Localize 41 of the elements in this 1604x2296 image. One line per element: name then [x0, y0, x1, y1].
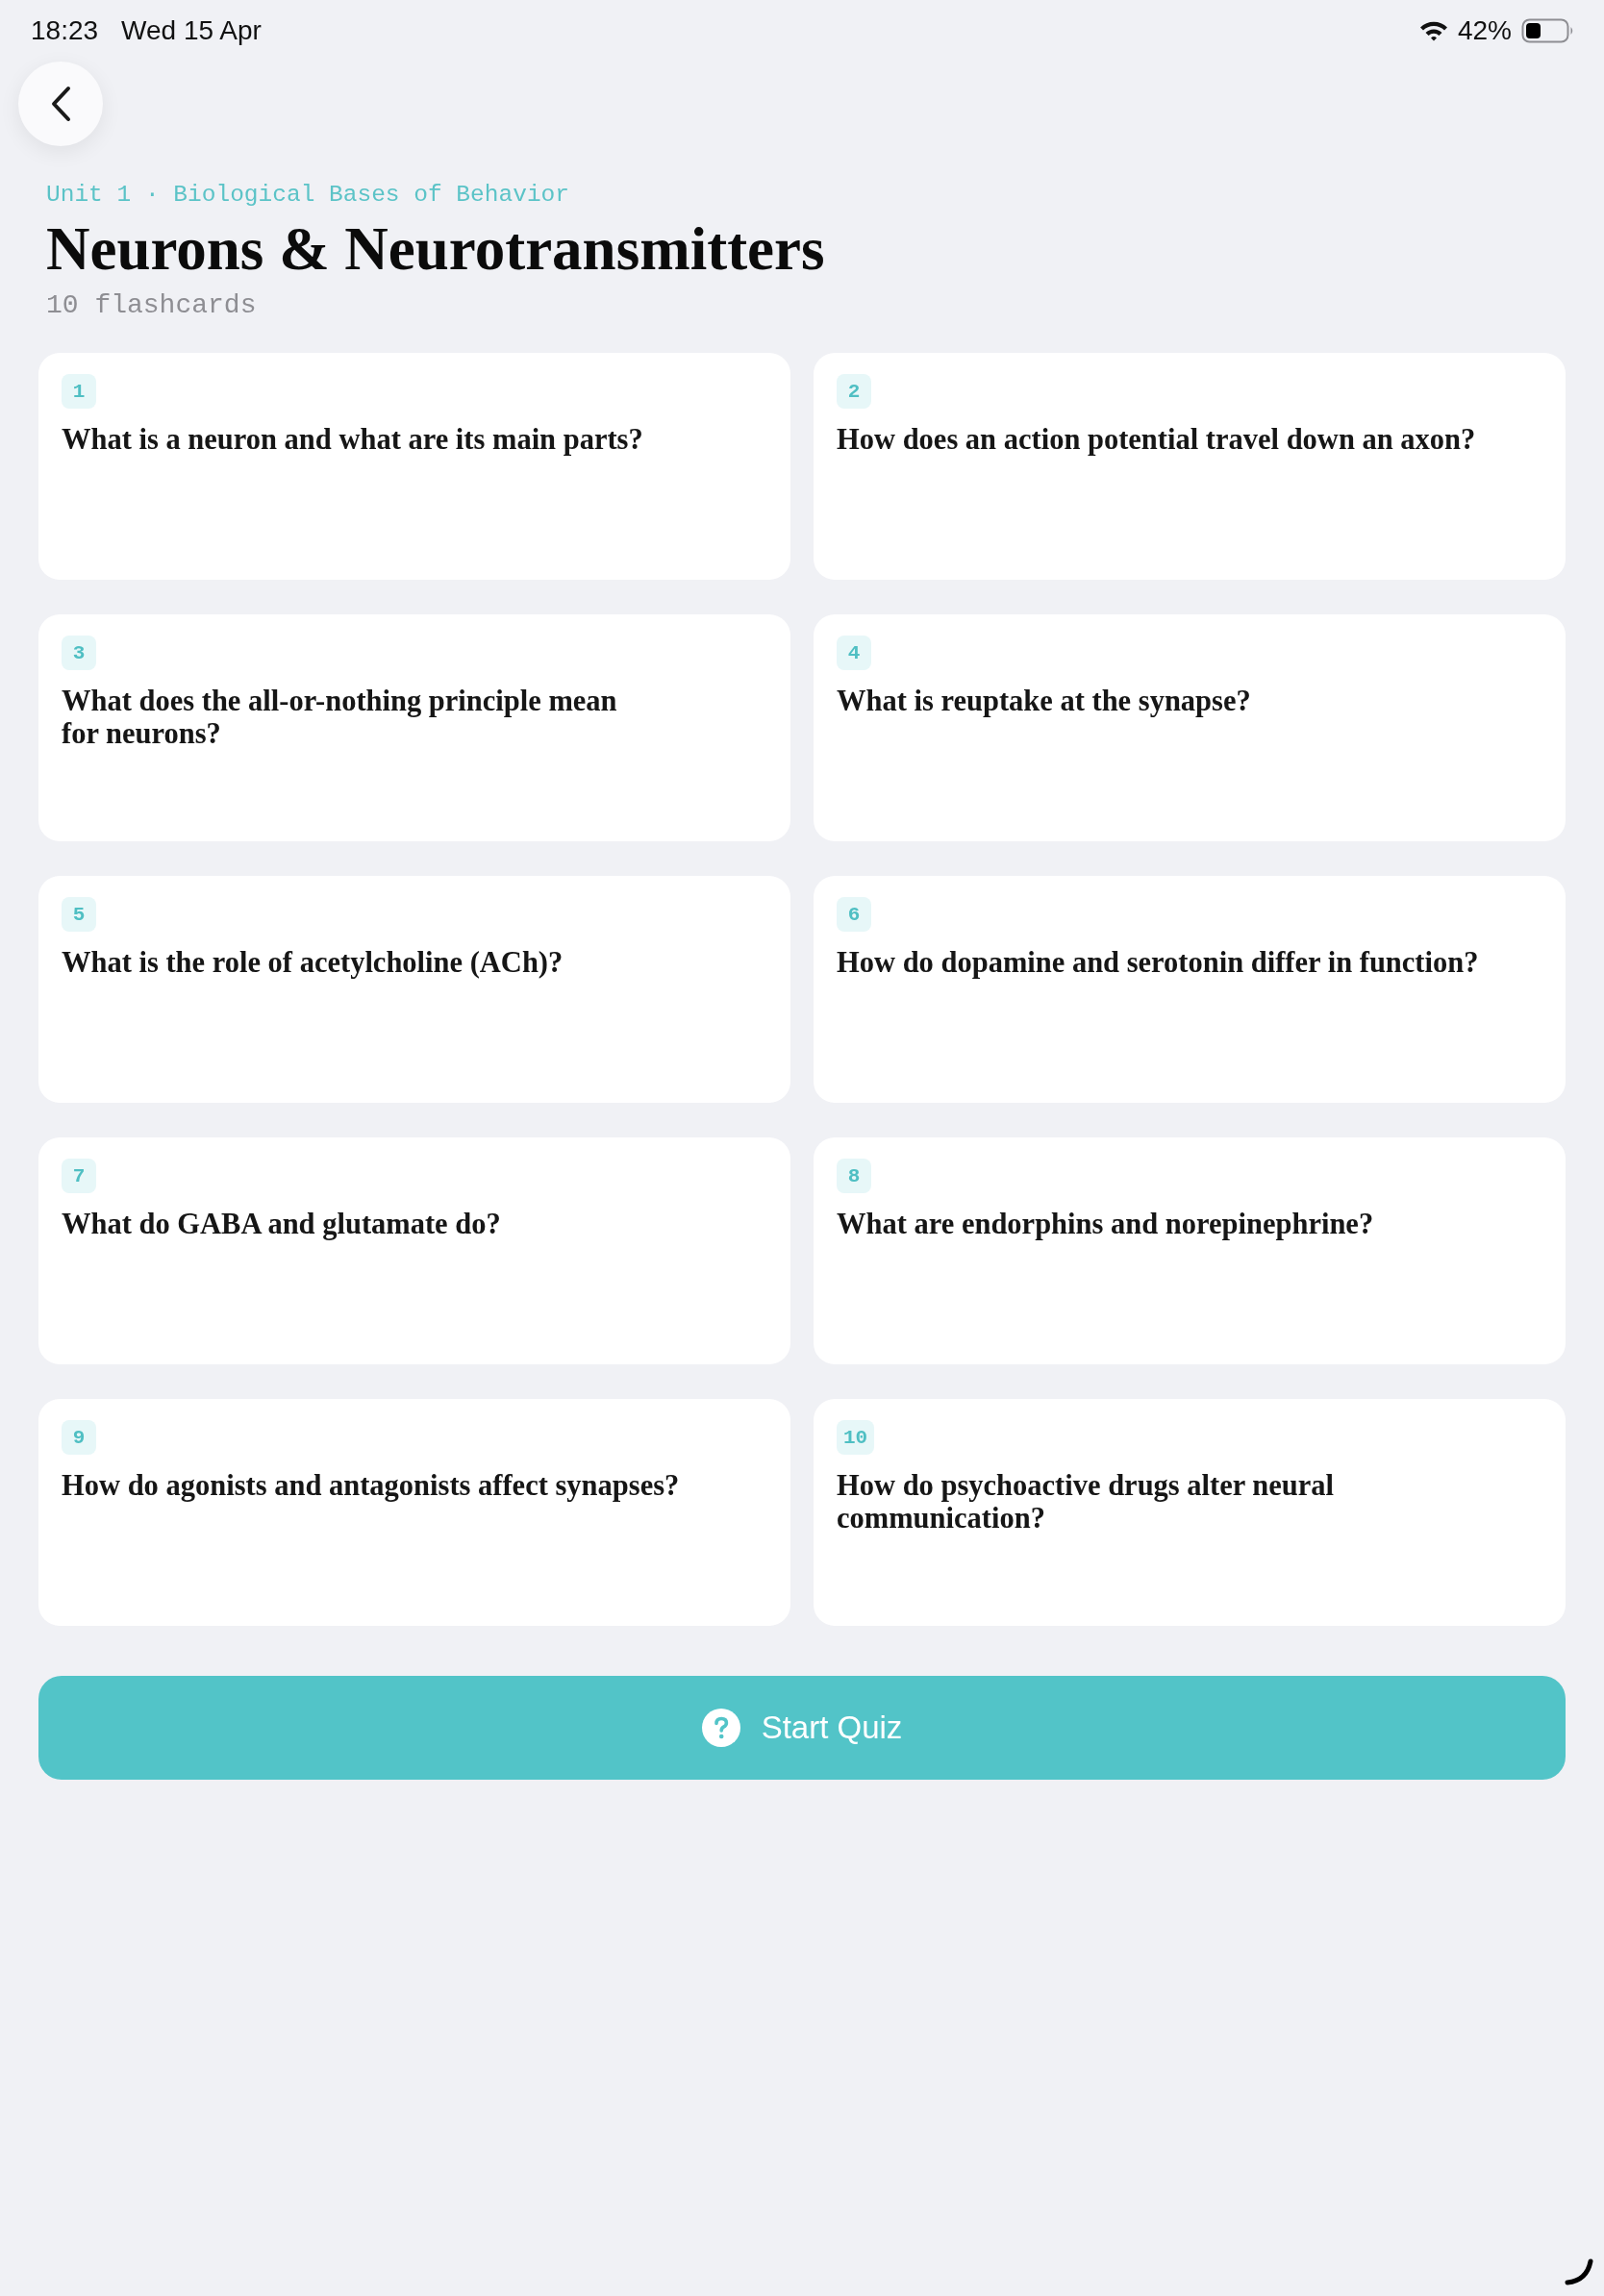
question-text: How do agonists and antagonists affect synapses? — [62, 1469, 680, 1502]
battery-percent: 42% — [1457, 15, 1512, 46]
question-text: How do dopamine and serotonin differ in function? — [837, 946, 1479, 979]
breadcrumb: Unit 1 · Biological Bases of Behavior — [46, 181, 570, 210]
battery-icon — [1521, 18, 1575, 43]
card-number: 7 — [62, 1159, 96, 1193]
card-number: 6 — [837, 897, 871, 932]
flashcard[interactable]: 10 How do psychoactive drugs alter neural communication? — [814, 1399, 1566, 1626]
flashcard[interactable]: 5 What is the role of acetylcholine (ACh)? — [38, 876, 790, 1103]
question-text: How do psychoactive drugs alter neural communication? — [837, 1469, 1335, 1535]
card-number: 8 — [837, 1159, 871, 1193]
question-text: What is the role of acetylcholine (ACh)? — [62, 946, 564, 979]
flashcard[interactable]: 1 What is a neuron and what are its main parts? — [38, 353, 790, 580]
flashcard[interactable]: 7 What do GABA and glutamate do? — [38, 1137, 790, 1364]
card-number: 1 — [62, 374, 96, 409]
flashcard[interactable]: 3 What does the all-or-nothing principle mean for neurons? — [38, 614, 790, 841]
status-time: 18:23 — [31, 15, 99, 46]
question-text: What is reuptake at the synapse? — [837, 685, 1251, 717]
help-icon — [701, 1709, 740, 1747]
question-text: What do GABA and glutamate do? — [62, 1208, 501, 1240]
flashcard[interactable]: 8 What are endorphins and norepinephrine? — [814, 1137, 1566, 1364]
card-number: 2 — [837, 374, 871, 409]
question-text: What does the all-or-nothing principle mean for neurons? — [62, 685, 617, 750]
wifi-icon — [1418, 20, 1448, 41]
page-title: Neurons & Neurotransmitters — [46, 215, 826, 283]
card-number: 3 — [62, 636, 96, 670]
card-number: 5 — [62, 897, 96, 932]
card-number: 9 — [62, 1420, 96, 1455]
card-count: 10 flashcards — [46, 289, 258, 322]
flashcard[interactable]: 2 How does an action potential travel down an axon? — [814, 353, 1566, 580]
back-chevron-icon — [50, 86, 71, 122]
question-text: What is a neuron and what are its main parts? — [62, 423, 643, 456]
status-date: Wed 15 Apr — [121, 15, 262, 46]
card-number: 4 — [837, 636, 871, 670]
flashcard[interactable]: 9 How do agonists and antagonists affect synapses? — [38, 1399, 790, 1626]
card-number: 10 — [837, 1420, 875, 1455]
question-text: What are endorphins and norepinephrine? — [837, 1208, 1374, 1240]
curved-stroke-icon — [1564, 2258, 1594, 2286]
flashcard[interactable]: 4 What is reuptake at the synapse? — [814, 614, 1566, 841]
flashcard[interactable]: 6 How do dopamine and serotonin differ in function? — [814, 876, 1566, 1103]
question-text: How does an action potential travel down an axon? — [837, 423, 1476, 456]
